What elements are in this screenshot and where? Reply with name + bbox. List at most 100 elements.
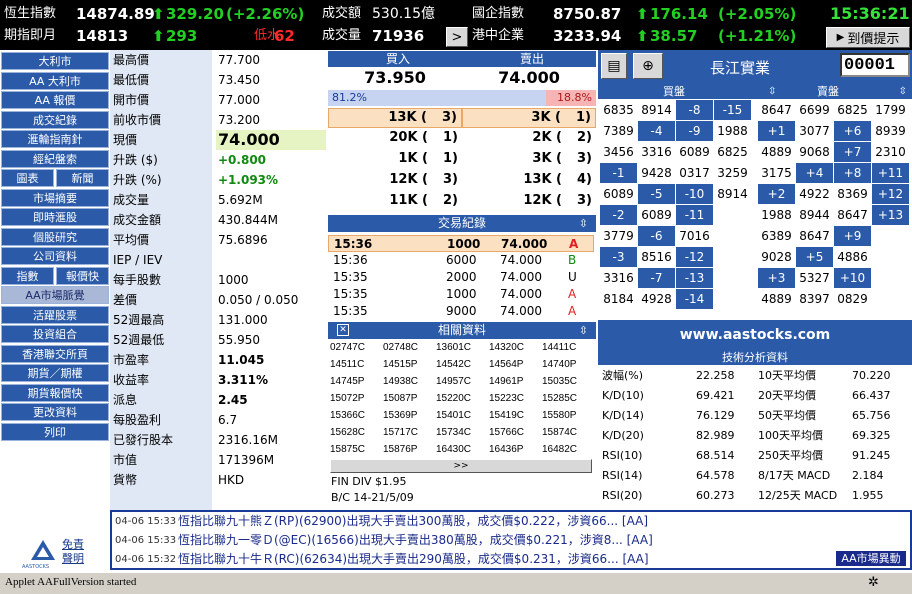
related-code[interactable]: 16482C xyxy=(542,442,577,458)
related-code[interactable]: 14542C xyxy=(436,357,471,373)
related-code[interactable]: 15369P xyxy=(383,408,417,424)
trade-price: 74.000 xyxy=(501,237,548,251)
sidebar-item[interactable]: 公司資料 xyxy=(1,247,109,265)
sidebar-item[interactable]: 報價快 xyxy=(56,266,109,285)
related-code[interactable]: 15717C xyxy=(383,425,418,441)
close-icon[interactable]: ✕ xyxy=(337,324,349,336)
queue-cell: 3316 xyxy=(603,271,634,285)
sidebar-item[interactable]: 列印 xyxy=(1,422,109,441)
sidebar-item[interactable]: 滙輪指南針 xyxy=(1,130,109,148)
related-code[interactable]: 15875C xyxy=(330,442,365,458)
related-code[interactable]: 14938C xyxy=(383,374,418,390)
quote-value: 2.45 xyxy=(218,393,248,407)
related-code[interactable]: 14745P xyxy=(330,374,364,390)
related-code[interactable]: 15628C xyxy=(330,425,365,441)
related-code[interactable]: 15220C xyxy=(436,391,471,407)
sidebar-item[interactable]: 投資組合 xyxy=(1,325,109,343)
sidebar-item[interactable]: 大利市 xyxy=(1,52,109,70)
news-headline[interactable]: 恆指比聯九十牛Ｒ(RC)(62634)出現大手賣出290萬股，成交價$0.231… xyxy=(178,550,828,569)
related-code[interactable]: 15285C xyxy=(542,391,577,407)
quote-row: 派息 2.45 xyxy=(110,390,328,410)
related-code[interactable]: 14515P xyxy=(383,357,417,373)
collapse-icon[interactable]: ⇳ xyxy=(579,215,588,232)
tech-label: 10天平均價 xyxy=(758,369,816,382)
bid-level: 13K (3) xyxy=(328,108,462,128)
trade-price: 74.000 xyxy=(500,304,542,318)
related-code[interactable]: 15580P xyxy=(542,408,576,424)
price-alert-button[interactable]: ▶ 到價提示 xyxy=(826,27,910,48)
more-button[interactable]: >> xyxy=(330,459,592,473)
ask-count: 2) xyxy=(577,130,592,145)
related-code[interactable]: 14411C xyxy=(542,340,576,356)
related-code[interactable]: 15035C xyxy=(542,374,577,390)
collapse-icon[interactable]: ⇳ xyxy=(579,322,588,339)
status-text: Applet AAFullVersion started xyxy=(5,576,137,588)
collapse-icon[interactable]: ⇳ xyxy=(899,84,907,99)
sidebar-item[interactable]: 期貨／期權 xyxy=(1,364,109,382)
sidebar-item[interactable]: 成交紀錄 xyxy=(1,110,109,129)
next-button[interactable]: > xyxy=(446,27,468,47)
trade-price: 74.000 xyxy=(500,270,542,284)
sidebar-item[interactable]: 新聞 xyxy=(56,169,109,187)
site-url[interactable]: www.aastocks.com xyxy=(598,320,912,350)
related-code[interactable]: 02747C xyxy=(330,340,365,356)
tech-title: 技術分析資料 xyxy=(722,351,788,364)
sidebar-item[interactable]: 活躍股票 xyxy=(1,305,109,324)
related-code[interactable]: 14511C xyxy=(330,357,364,373)
sidebar-item[interactable]: 即時滙股 xyxy=(1,208,109,226)
sidebar-item[interactable]: 指數 xyxy=(1,266,54,285)
zoom-button[interactable]: ⊕ xyxy=(633,53,663,79)
related-code[interactable]: 15766C xyxy=(489,425,524,441)
sidebar-item[interactable]: 圖表 xyxy=(1,169,54,187)
sidebar-item[interactable]: 更改資料 xyxy=(1,403,109,421)
related-code[interactable]: 14740P xyxy=(542,357,576,373)
quote-label: 每手股數 xyxy=(113,273,162,287)
sidebar-item[interactable]: 市場摘要 xyxy=(1,188,109,207)
related-code[interactable]: 13601C xyxy=(436,340,471,356)
sidebar-item[interactable]: 香港聯交所頁 xyxy=(1,344,109,363)
quote-row: 貨幣 HKD xyxy=(110,470,328,490)
market-alert-badge[interactable]: AA市場異動 xyxy=(836,551,906,566)
news-headline[interactable]: 恆指比聯九一零Ｄ(@EC)(16566)出現大手賣出380萬股，成交價$0.22… xyxy=(178,531,828,550)
related-code[interactable]: 14320C xyxy=(489,340,524,356)
queue-cell xyxy=(714,289,751,309)
related-code[interactable]: 15366C xyxy=(330,408,365,424)
sidebar-item[interactable]: AA 報價 xyxy=(1,91,109,109)
queue-cell: 4886 xyxy=(837,250,868,264)
sidebar-item[interactable]: 經紀盤索 xyxy=(1,149,109,168)
related-code[interactable]: 14961P xyxy=(489,374,523,390)
queue-cell xyxy=(872,268,909,288)
related-code[interactable]: 15876P xyxy=(383,442,417,458)
orderbook-header: 買入 賣出 xyxy=(328,51,596,67)
sidebar-item[interactable]: AA 大利市 xyxy=(1,71,109,90)
related-code[interactable]: 15401C xyxy=(436,408,471,424)
collapse-icon[interactable]: ⇳ xyxy=(768,84,776,99)
quote-value: 5.692M xyxy=(218,193,263,207)
related-code[interactable]: 02748C xyxy=(383,340,418,356)
related-code[interactable]: 15734C xyxy=(436,425,471,441)
queue-cell: +1 xyxy=(758,121,795,141)
related-code[interactable]: 15874C xyxy=(542,425,577,441)
related-code[interactable]: 14564P xyxy=(489,357,523,373)
related-code[interactable]: 15072P xyxy=(330,391,364,407)
related-code[interactable]: 14957C xyxy=(436,374,471,390)
hsi-value: 14874.89 xyxy=(76,5,155,23)
sidebar-item[interactable]: 個股研究 xyxy=(1,227,109,246)
sidebar-item[interactable]: AA市場脈覺 xyxy=(1,286,109,304)
related-code[interactable]: 15087P xyxy=(383,391,417,407)
nat-label: 國企指數 xyxy=(472,6,525,21)
related-code[interactable]: 15419C xyxy=(489,408,524,424)
related-code[interactable]: 16436P xyxy=(489,442,523,458)
copy-button[interactable]: ▤ xyxy=(601,53,627,79)
related-title: 相關資料 xyxy=(437,323,486,337)
trade-side: A xyxy=(568,287,577,301)
news-headline[interactable]: 恆指比聯九十熊Ｚ(RP)(62900)出現大手賣出300萬股，成交價$0.222… xyxy=(178,512,828,531)
disclaimer-link[interactable]: 免責聲明 xyxy=(62,538,86,566)
document-icon: ▤ xyxy=(607,58,621,74)
related-code[interactable]: 15223C xyxy=(489,391,524,407)
queue-cell: 9428 xyxy=(641,166,672,180)
stock-code-input[interactable] xyxy=(840,53,910,77)
related-code[interactable]: 16430C xyxy=(436,442,471,458)
sidebar-item[interactable]: 期貨報價快 xyxy=(1,383,109,402)
queue-cell: 3456 xyxy=(603,145,634,159)
